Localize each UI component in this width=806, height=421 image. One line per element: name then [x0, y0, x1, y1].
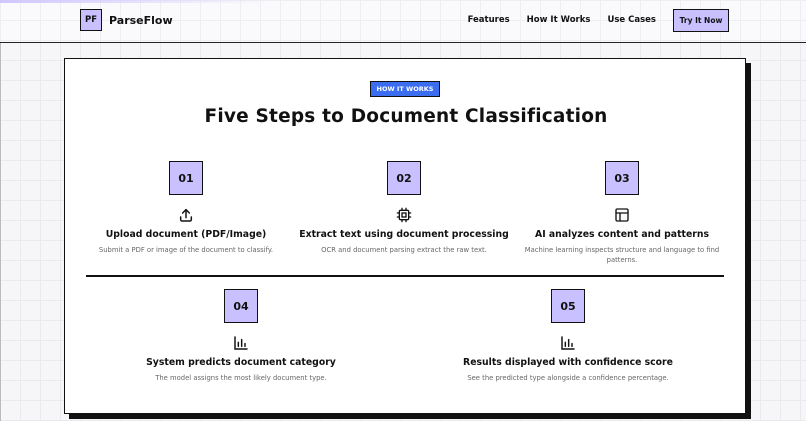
nav-link-use-cases[interactable]: Use Cases [607, 15, 656, 25]
brand-logo: PF [80, 9, 102, 31]
nav-link-how-it-works[interactable]: How It Works [527, 15, 591, 25]
step-title: Upload document (PDF/Image) [105, 229, 267, 240]
step-2: 02 Extract text using document processin… [284, 161, 524, 256]
step-title: AI analyzes content and patterns [535, 229, 709, 240]
section-badge: HOW IT WORKS [370, 81, 440, 97]
step-description: The model assigns the most likely docume… [155, 374, 327, 382]
step-description: Machine learning inspects structure and … [524, 246, 720, 264]
brand-name: ParseFlow [109, 13, 173, 27]
try-it-now-button[interactable]: Try It Now [673, 9, 729, 32]
step-number: 05 [551, 289, 585, 323]
step-divider [86, 275, 724, 277]
nav-link-features[interactable]: Features [468, 15, 510, 25]
page-edge [0, 43, 1, 421]
step-description: Submit a PDF or image of the document to… [98, 246, 274, 254]
upload-icon [179, 208, 193, 222]
top-navbar: PF ParseFlow Features How It Works Use C… [0, 0, 806, 43]
step-description: See the predicted type alongside a confi… [467, 374, 669, 382]
step-number: 01 [169, 161, 203, 195]
navbar-accent-glow [0, 0, 270, 3]
step-5: 05 Results displayed with confidence sco… [448, 289, 688, 384]
step-title: Results displayed with confidence score [463, 357, 673, 368]
bar-chart-icon [561, 336, 575, 350]
step-title: Extract text using document processing [299, 229, 509, 240]
step-title: System predicts document category [146, 357, 336, 368]
how-it-works-card: HOW IT WORKS Five Steps to Document Clas… [64, 58, 746, 414]
bar-chart-icon [234, 336, 248, 350]
step-number: 04 [224, 289, 258, 323]
step-description: OCR and document parsing extract the raw… [321, 246, 487, 254]
step-1: 01 Upload document (PDF/Image) Submit a … [66, 161, 306, 256]
layout-icon [615, 208, 629, 222]
step-3: 03 AI analyzes content and patterns Mach… [502, 161, 742, 265]
section-title: Five Steps to Document Classification [204, 106, 608, 127]
step-4: 04 System predicts document category The… [121, 289, 361, 384]
brand[interactable]: PF ParseFlow [80, 9, 173, 31]
nav-links: Features How It Works Use Cases [468, 15, 656, 25]
step-number: 02 [387, 161, 421, 195]
chip-icon [396, 207, 412, 223]
step-number: 03 [605, 161, 639, 195]
